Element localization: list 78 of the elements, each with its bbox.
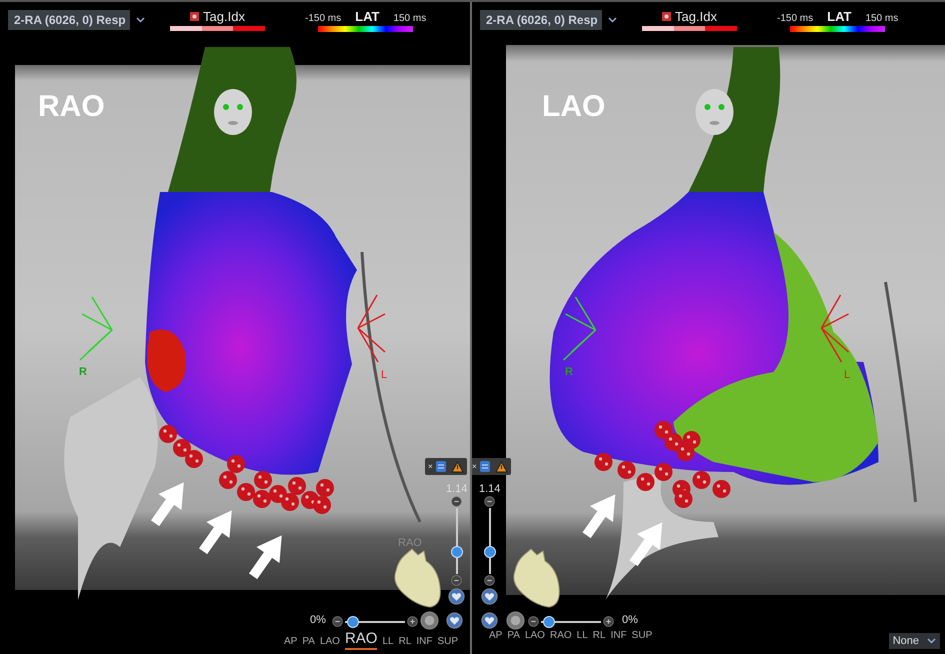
sphere-button[interactable] — [506, 611, 525, 630]
view-tab[interactable]: AP — [489, 630, 502, 644]
lat-min-label: -150 ms — [777, 12, 814, 24]
heart-view-button[interactable] — [446, 612, 463, 629]
close-glyph[interactable]: × — [428, 462, 433, 471]
zoom-value: 1.14 — [479, 483, 500, 495]
view-tab[interactable]: RAO — [344, 630, 378, 650]
view-tab[interactable]: INF — [610, 630, 627, 644]
heart-view-button[interactable] — [448, 588, 465, 605]
view-tab[interactable]: SUP — [438, 636, 458, 650]
minus-icon[interactable] — [528, 616, 539, 627]
view-tab[interactable]: LL — [382, 636, 394, 650]
display-filter-dropdown[interactable]: None — [888, 633, 940, 649]
head-icon — [696, 89, 734, 135]
view-tab[interactable]: RAO — [550, 630, 572, 644]
lat-label: LAT — [355, 8, 380, 24]
heart-view-button[interactable] — [481, 588, 498, 605]
zoom-slider-thumb[interactable] — [484, 546, 496, 558]
cube-icon[interactable] — [478, 460, 493, 473]
zoom-in-icon[interactable] — [484, 496, 495, 507]
chevron-down-icon — [136, 17, 145, 23]
cube-icon[interactable] — [434, 460, 449, 473]
zoom-out-icon[interactable] — [484, 575, 495, 586]
view-tab[interactable]: LL — [576, 630, 588, 644]
plus-icon[interactable] — [407, 616, 418, 627]
transparency-slider[interactable] — [541, 615, 601, 629]
warning-icon[interactable] — [450, 460, 464, 472]
left-orientation-icon — [820, 294, 849, 362]
tag-icon — [190, 12, 200, 21]
zoom-slider[interactable] — [483, 508, 497, 574]
arrow-drawing — [151, 482, 184, 526]
arrow-drawing — [630, 522, 662, 566]
sphere-button[interactable] — [420, 611, 439, 630]
close-glyph[interactable]: × — [472, 462, 477, 471]
view-tab[interactable]: SUP — [632, 630, 652, 644]
tag-icon — [662, 12, 672, 21]
lat-max-label: 150 ms — [393, 12, 426, 24]
view-tab[interactable]: RL — [398, 636, 412, 650]
view-label: LAO — [542, 90, 606, 124]
chevron-down-icon — [608, 17, 617, 23]
heart-view-button[interactable] — [481, 612, 498, 629]
view-tab[interactable]: PA — [507, 630, 520, 644]
view-tab[interactable]: LAO — [320, 636, 340, 650]
right-orientation-icon — [562, 296, 596, 361]
view-label: RAO — [38, 90, 105, 124]
right-orientation-icon — [79, 296, 113, 361]
tag-index-label: Tag.Idx — [203, 9, 245, 24]
lat-label: LAT — [827, 8, 852, 24]
view-tab[interactable]: AP — [284, 636, 298, 650]
left-orientation-icon — [357, 294, 386, 362]
tag-index-label: Tag.Idx — [675, 9, 717, 24]
chevron-down-icon — [927, 638, 936, 644]
view-tab[interactable]: PA — [302, 636, 315, 650]
minus-icon[interactable] — [332, 616, 343, 627]
arrow-drawing — [582, 494, 616, 538]
transparency-slider-thumb[interactable] — [543, 616, 556, 628]
zoom-slider[interactable] — [450, 508, 464, 574]
zoom-out-icon[interactable] — [451, 575, 462, 586]
r-label: R — [79, 365, 89, 377]
transparency-value: 0% — [310, 614, 326, 626]
l-label: L — [381, 368, 391, 380]
l-label: L — [844, 368, 854, 380]
zoom-in-icon[interactable] — [451, 496, 462, 507]
lat-max-label: 150 ms — [865, 12, 898, 24]
transparency-slider[interactable] — [345, 615, 405, 629]
arrow-drawing — [249, 535, 282, 580]
plus-icon[interactable] — [603, 616, 614, 627]
view-tab[interactable]: LAO — [524, 630, 545, 644]
arrow-drawing — [199, 510, 232, 554]
transparency-slider-thumb[interactable] — [347, 616, 360, 628]
head-icon — [214, 89, 252, 135]
view-tab[interactable]: INF — [416, 636, 433, 650]
warning-icon[interactable] — [494, 460, 508, 472]
transparency-value: 0% — [622, 614, 638, 626]
view-tab[interactable]: RL — [592, 630, 606, 644]
lat-min-label: -150 ms — [305, 12, 342, 24]
map-region-drawing — [147, 330, 186, 392]
r-label: R — [565, 365, 575, 377]
